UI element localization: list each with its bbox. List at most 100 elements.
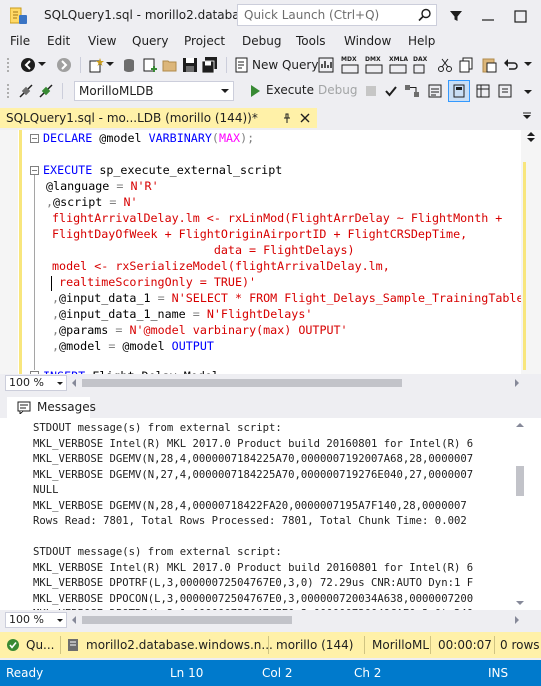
back-dropdown-icon[interactable]: [38, 62, 46, 68]
menu-bar: File Edit View Query Project Debug Tools…: [0, 32, 541, 52]
scroll-down-icon[interactable]: [516, 601, 524, 605]
dmx-button[interactable]: DMX: [365, 56, 381, 63]
vertical-scroll-thumb[interactable]: [516, 466, 524, 496]
message-line: Rows Read: 7801, Total Rows Processed: 7…: [33, 515, 467, 527]
tab-sqlquery1[interactable]: SQLQuery1.sql - mo...LDB (morillo (144))…: [0, 108, 317, 128]
editor-horizontal-bar: 100 %: [0, 374, 541, 392]
menu-debug[interactable]: Debug: [242, 34, 281, 48]
menu-file[interactable]: File: [10, 34, 30, 48]
results-to-grid-toggle[interactable]: [448, 80, 470, 102]
database-icon[interactable]: [122, 57, 138, 73]
menu-tools[interactable]: Tools: [296, 34, 326, 48]
horizontal-scroll-thumb[interactable]: [82, 379, 402, 387]
debug-button[interactable]: Debug: [318, 83, 357, 97]
xmla-button[interactable]: XMLA: [389, 56, 408, 63]
available-databases-select[interactable]: MorilloMLDB: [74, 81, 234, 101]
toolbar-grip-icon: [7, 84, 9, 98]
undo-icon[interactable]: [503, 57, 519, 73]
menu-view[interactable]: View: [88, 34, 116, 48]
save-icon[interactable]: [182, 57, 198, 73]
mdx-button[interactable]: MDX: [341, 56, 357, 63]
tab-label: SQLQuery1.sql - mo...LDB (morillo (144))…: [6, 111, 258, 125]
quick-launch-placeholder: Quick Launch (Ctrl+Q): [244, 8, 380, 22]
message-line: MKL_VERBOSE Intel(R) MKL 2017.0 Product …: [33, 437, 474, 450]
toolbar-overflow-icon[interactable]: [524, 62, 532, 68]
scroll-left-icon[interactable]: [72, 616, 76, 624]
toolbar-grip-icon: [7, 58, 9, 72]
menu-project[interactable]: Project: [184, 34, 225, 48]
query-editor[interactable]: DECLARE @model VARBINARY(MAX); EXECUTE s…: [0, 130, 521, 374]
execute-button[interactable]: Execute: [266, 83, 314, 97]
collapse-toggle[interactable]: [30, 166, 39, 175]
menu-help[interactable]: Help: [408, 34, 435, 48]
toolbar-overflow-icon[interactable]: [524, 90, 532, 96]
change-connection-icon[interactable]: [38, 83, 54, 99]
estimated-plan-icon[interactable]: [404, 84, 420, 98]
tab-list-icon[interactable]: [520, 110, 534, 124]
navigate-forward-icon[interactable]: [56, 57, 72, 73]
menu-query[interactable]: Query: [132, 34, 168, 48]
new-dropdown-icon[interactable]: [106, 62, 114, 68]
split-window-icon[interactable]: [525, 132, 537, 142]
query-options-icon[interactable]: [428, 84, 442, 98]
status-char: Ch 2: [354, 666, 382, 680]
code-line: FlightDayOfWeek + FlightOriginAirportID …: [52, 227, 468, 241]
results-to-file-icon[interactable]: [498, 84, 512, 98]
cut-icon[interactable]: [437, 57, 453, 73]
code-line: model <- rxSerializeModel(flightArrivalD…: [52, 259, 390, 273]
connect-icon[interactable]: [18, 83, 34, 99]
message-line: MKL_VERBOSE DGEMV(N,28,4,0000007184225A7…: [33, 453, 474, 465]
code-line: flightArrivalDelay.lm <- rxLinMod(Flight…: [52, 211, 503, 225]
code-line: ,@input_data_1_name = N'FlightDelays': [52, 307, 313, 321]
status-separator: [494, 636, 495, 654]
editor-zoom-select[interactable]: 100 %: [5, 375, 67, 391]
messages-vertical-scrollbar[interactable]: [513, 418, 541, 610]
add-query-icon[interactable]: [142, 57, 158, 73]
scroll-up-icon[interactable]: [516, 423, 524, 427]
scroll-right-icon[interactable]: [515, 616, 519, 624]
menu-window[interactable]: Window: [344, 34, 391, 48]
new-query-button[interactable]: New Query: [252, 58, 318, 72]
menu-edit[interactable]: Edit: [47, 34, 70, 48]
copy-icon[interactable]: [459, 57, 475, 73]
collapse-toggle[interactable]: [30, 134, 39, 143]
results-to-text-icon[interactable]: [476, 84, 490, 98]
standard-toolbar: New Query MDX DMX XMLA DAX: [0, 52, 541, 78]
feedback-filter-icon[interactable]: [449, 9, 463, 23]
dax-button[interactable]: DAX: [413, 56, 427, 63]
server-icon: [68, 639, 78, 651]
login-user: morillo (144): [276, 638, 354, 652]
toolbar-separator: [226, 57, 227, 73]
cancel-query-icon[interactable]: [364, 84, 378, 98]
save-all-icon[interactable]: [202, 57, 218, 73]
scroll-left-icon[interactable]: [72, 379, 76, 387]
open-file-icon[interactable]: [162, 57, 178, 73]
paste-icon[interactable]: [481, 57, 497, 73]
quick-launch-input[interactable]: Quick Launch (Ctrl+Q): [237, 4, 437, 26]
navigate-back-icon[interactable]: [20, 57, 36, 73]
messages-zoom-value: 100 %: [9, 613, 44, 626]
scroll-right-icon[interactable]: [515, 379, 519, 387]
tab-messages-label: Messages: [37, 400, 96, 414]
search-icon[interactable]: [418, 8, 432, 22]
maximize-icon[interactable]: [513, 8, 529, 24]
messages-zoom-select[interactable]: 100 %: [5, 612, 67, 628]
pin-icon[interactable]: [281, 112, 293, 124]
new-query-icon[interactable]: [234, 57, 250, 73]
chevron-down-icon: [221, 89, 229, 93]
toolbar-separator: [80, 57, 81, 73]
close-icon[interactable]: [300, 113, 310, 123]
analysis-query-icon[interactable]: [318, 57, 334, 73]
editor-vertical-scrollbar[interactable]: [521, 130, 541, 374]
analysis-buttons-icons: [341, 64, 425, 74]
minimize-icon[interactable]: [480, 8, 496, 24]
execute-icon[interactable]: [248, 84, 262, 98]
editor-zoom-value: 100 %: [9, 376, 44, 389]
tab-messages[interactable]: Messages: [7, 397, 96, 418]
code-line: data = FlightDelays): [52, 243, 355, 257]
parse-icon[interactable]: [384, 84, 398, 98]
messages-pane[interactable]: STDOUT message(s) from external script: M…: [0, 418, 541, 610]
new-project-icon[interactable]: [88, 57, 104, 73]
horizontal-scroll-thumb[interactable]: [82, 616, 292, 624]
code-line: ,@params = N'@model varbinary(max) OUTPU…: [52, 323, 348, 337]
